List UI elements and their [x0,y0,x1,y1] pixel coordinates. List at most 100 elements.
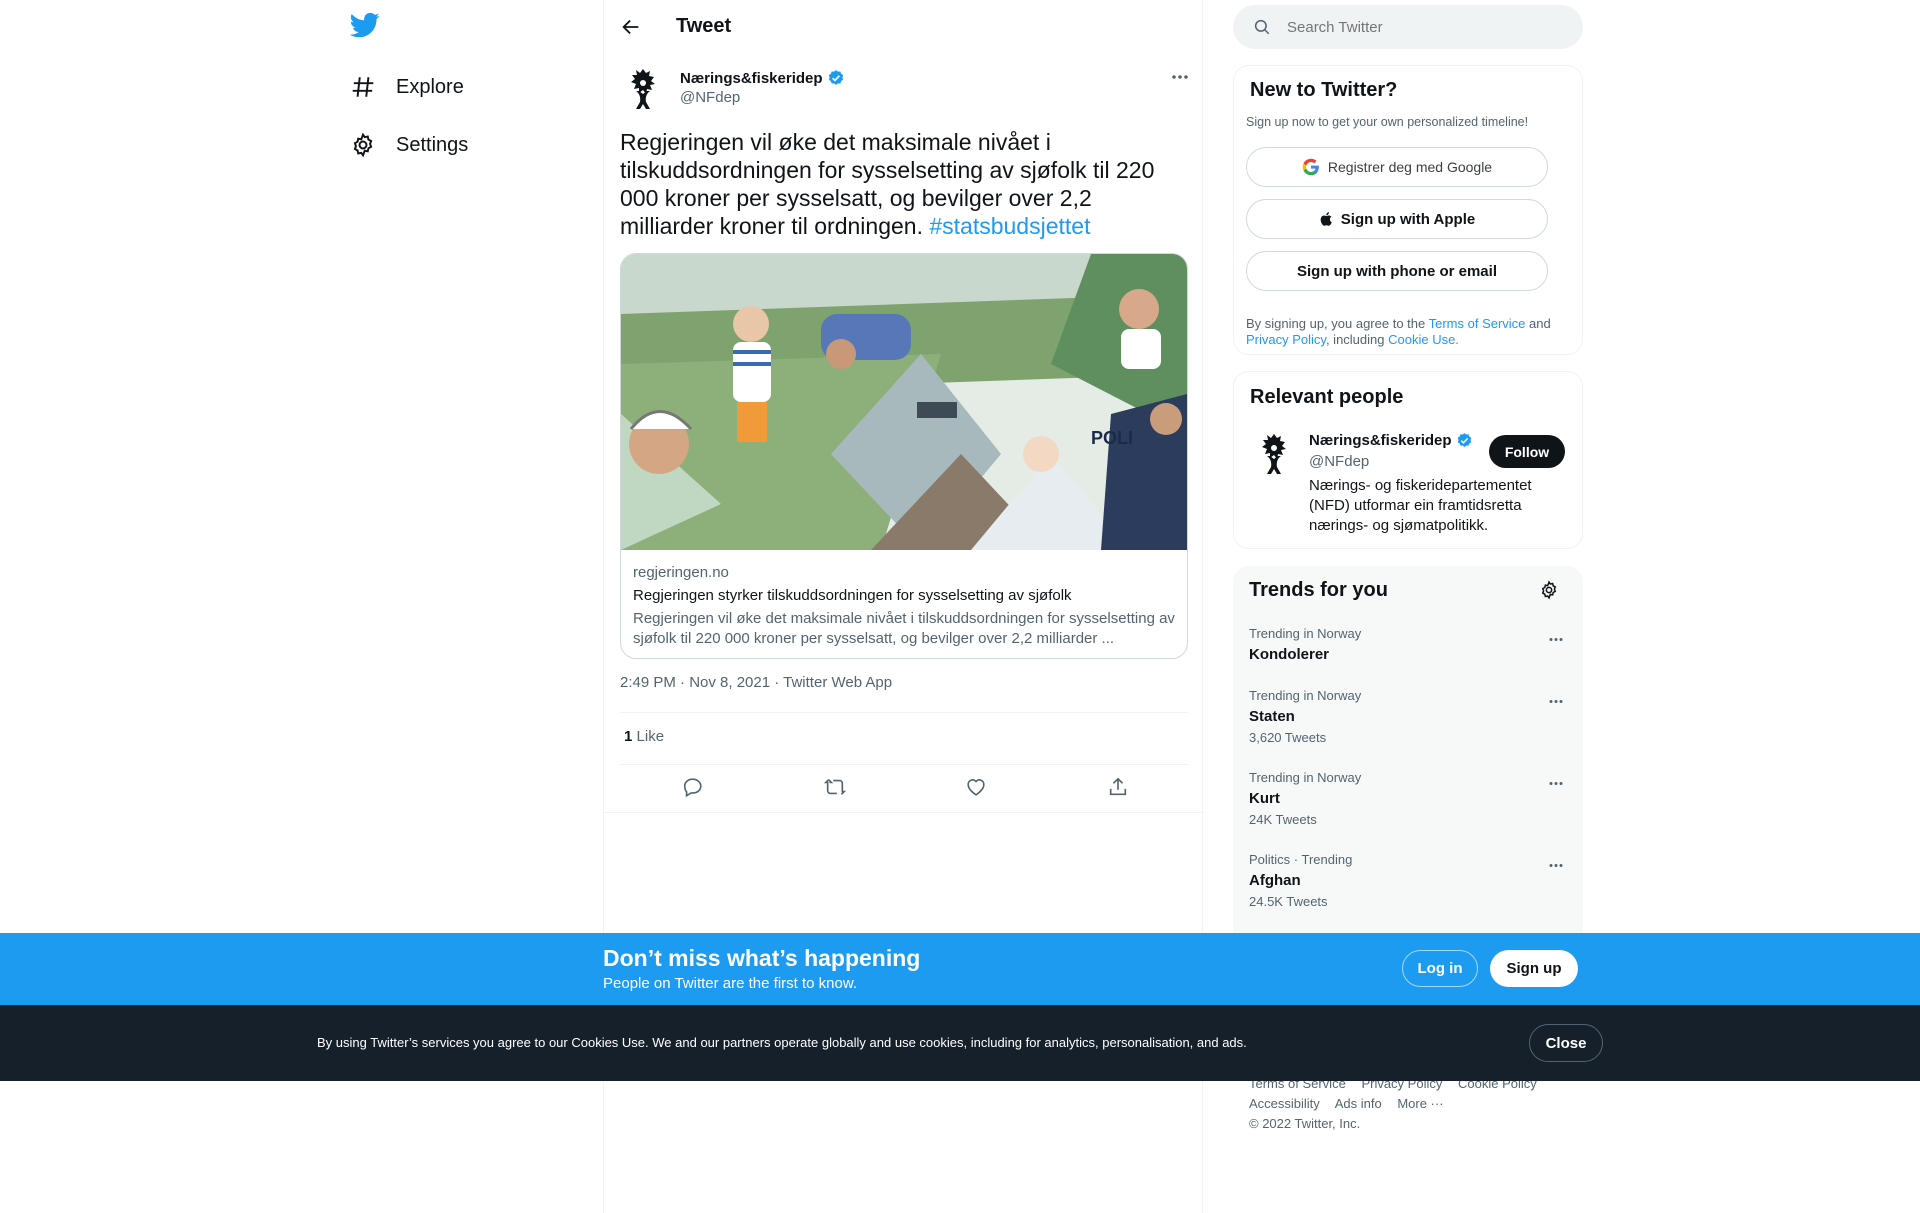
relevant-person-avatar[interactable] [1251,431,1297,477]
relevant-person-name[interactable]: Nærings&fiskeridep [1309,432,1473,449]
new-to-twitter-panel: New to Twitter? Sign up now to get your … [1233,65,1583,355]
search-bar[interactable] [1233,5,1583,49]
back-arrow-icon[interactable] [620,16,642,38]
likes-count[interactable]: 1 Like [624,728,664,745]
google-logo-icon [1302,158,1320,176]
relevant-person-handle[interactable]: @NFdep [1309,453,1369,470]
trend-item[interactable]: Trending in Norway Kurt 24K Tweets [1249,770,1567,827]
author-name[interactable]: Nærings&fiskeridep [680,69,845,87]
login-button[interactable]: Log in [1402,950,1478,987]
card-image: POLI [621,254,1187,550]
tweet-header: Tweet [604,0,1204,53]
phone-email-signup-button[interactable]: Sign up with phone or email [1246,251,1548,291]
signup-banner-subtitle: People on Twitter are the first to know. [603,975,858,992]
trend-count: 3,620 Tweets [1249,730,1327,745]
trends-settings-gear-icon[interactable] [1539,580,1559,600]
page-title: Tweet [676,15,732,37]
trend-item[interactable]: Politics · Trending Afghan 24.5K Tweets [1249,852,1567,909]
trend-name: Staten [1249,708,1295,725]
trend-name: Afghan [1249,872,1301,889]
apple-signup-label: Sign up with Apple [1340,210,1476,228]
terms-link[interactable]: Terms of Service [1429,316,1526,331]
likes-number: 1 [624,728,633,745]
signup-banner-title: Don’t miss what’s happening [603,945,921,971]
trend-more-icon[interactable] [1545,628,1567,650]
twitter-bird-icon[interactable] [350,10,384,44]
signup-banner: Don’t miss what’s happening People on Tw… [0,933,1920,1005]
footer-copyright: © 2022 Twitter, Inc. [1249,1116,1361,1131]
trend-item[interactable]: Trending in Norway Kondolerer [1249,626,1567,666]
nav-label-explore: Explore [396,75,464,98]
phone-email-signup-label: Sign up with phone or email [1296,262,1497,280]
trend-count: 24K Tweets [1249,812,1317,827]
hashtag-link[interactable]: #statsbudsjettet [929,213,1090,239]
nav-label-settings: Settings [396,133,469,156]
trend-count: 24.5K Tweets [1249,894,1328,909]
trend-more-icon[interactable] [1545,772,1567,794]
trend-more-icon[interactable] [1545,854,1567,876]
footer-link[interactable]: Ads info [1335,1096,1382,1111]
author-name-text: Nærings&fiskeridep [680,69,823,87]
nav-item-settings[interactable]: Settings [350,125,468,165]
trends-title: Trends for you [1249,579,1388,601]
legal-prefix: By signing up, you agree to the [1246,316,1429,331]
footer-link[interactable]: Accessibility [1249,1096,1320,1111]
follow-button[interactable]: Follow [1489,435,1565,468]
divider [620,712,1188,713]
trend-context: Politics · Trending [1249,852,1353,867]
card-photo-collage: POLI [621,254,1187,550]
footer-link[interactable]: More ··· [1397,1096,1443,1111]
search-icon [1253,18,1271,36]
author-avatar[interactable] [620,66,666,112]
likes-label: Like [636,728,665,745]
gear-icon [350,132,376,158]
norway-lion-logo-icon [631,69,655,109]
card-body: regjeringen.no Regjeringen styrker tilsk… [633,564,1177,649]
tweet-text: Regjeringen vil øke det maksimale nivået… [620,128,1188,240]
new-to-twitter-title: New to Twitter? [1250,79,1398,101]
trends-panel: Trends for you Trending in Norway Kondol… [1233,566,1583,986]
cookie-use-link[interactable]: Cookie Use. [1388,332,1459,347]
legal-and: and [1525,316,1551,331]
apple-signup-button[interactable]: Sign up with Apple [1246,199,1548,239]
tweet-actions [620,776,1188,800]
author-handle[interactable]: @NFdep [680,89,740,106]
relevant-person-bio: Nærings- og fiskeridepartementet (NFD) u… [1309,477,1532,534]
card-title: Regjeringen styrker tilskuddsordningen f… [633,587,1072,604]
hashtag-icon [350,74,376,100]
trend-context: Trending in Norway [1249,770,1362,785]
trend-context: Trending in Norway [1249,688,1362,703]
privacy-link[interactable]: Privacy Policy [1246,332,1326,347]
divider [604,812,1204,813]
more-options-icon[interactable] [1169,66,1191,88]
cookie-close-button[interactable]: Close [1529,1024,1603,1062]
google-signup-button[interactable]: Registrer deg med Google [1246,147,1548,187]
nav-item-explore[interactable]: Explore [350,67,464,107]
like-icon[interactable] [965,776,989,800]
cookie-banner-text: By using Twitter’s services you agree to… [317,1035,1247,1050]
retweet-icon[interactable] [824,776,848,800]
norway-lion-logo-icon [1262,434,1286,474]
trend-name: Kurt [1249,790,1280,807]
card-description: Regjeringen vil øke det maksimale nivået… [633,610,1175,647]
trend-more-icon[interactable] [1545,690,1567,712]
signup-button[interactable]: Sign up [1490,950,1578,987]
trend-context: Trending in Norway [1249,626,1362,641]
google-signup-label: Registrer deg med Google [1327,159,1493,175]
verified-badge-icon [827,69,845,87]
divider [620,764,1188,765]
share-icon[interactable] [1107,776,1131,800]
trend-name: Kondolerer [1249,646,1330,663]
legal-including: , including [1325,332,1389,347]
search-input[interactable] [1287,5,1567,49]
footer-links-row: Accessibility Ads info More ··· [1249,1096,1456,1111]
link-card[interactable]: POLI regjeringen.no Regjeringen styrker … [620,253,1188,659]
apple-logo-icon [1319,210,1335,228]
verified-badge-icon [1456,432,1473,449]
cookie-banner: By using Twitter’s services you agree to… [0,1005,1920,1081]
relevant-person-name-text: Nærings&fiskeridep [1309,432,1452,449]
trend-item[interactable]: Trending in Norway Staten 3,620 Tweets [1249,688,1567,745]
tweet-timestamp[interactable]: 2:49 PM · Nov 8, 2021 · Twitter Web App [620,674,892,691]
signup-legal-text: By signing up, you agree to the Terms of… [1246,316,1566,348]
reply-icon[interactable] [682,776,706,800]
